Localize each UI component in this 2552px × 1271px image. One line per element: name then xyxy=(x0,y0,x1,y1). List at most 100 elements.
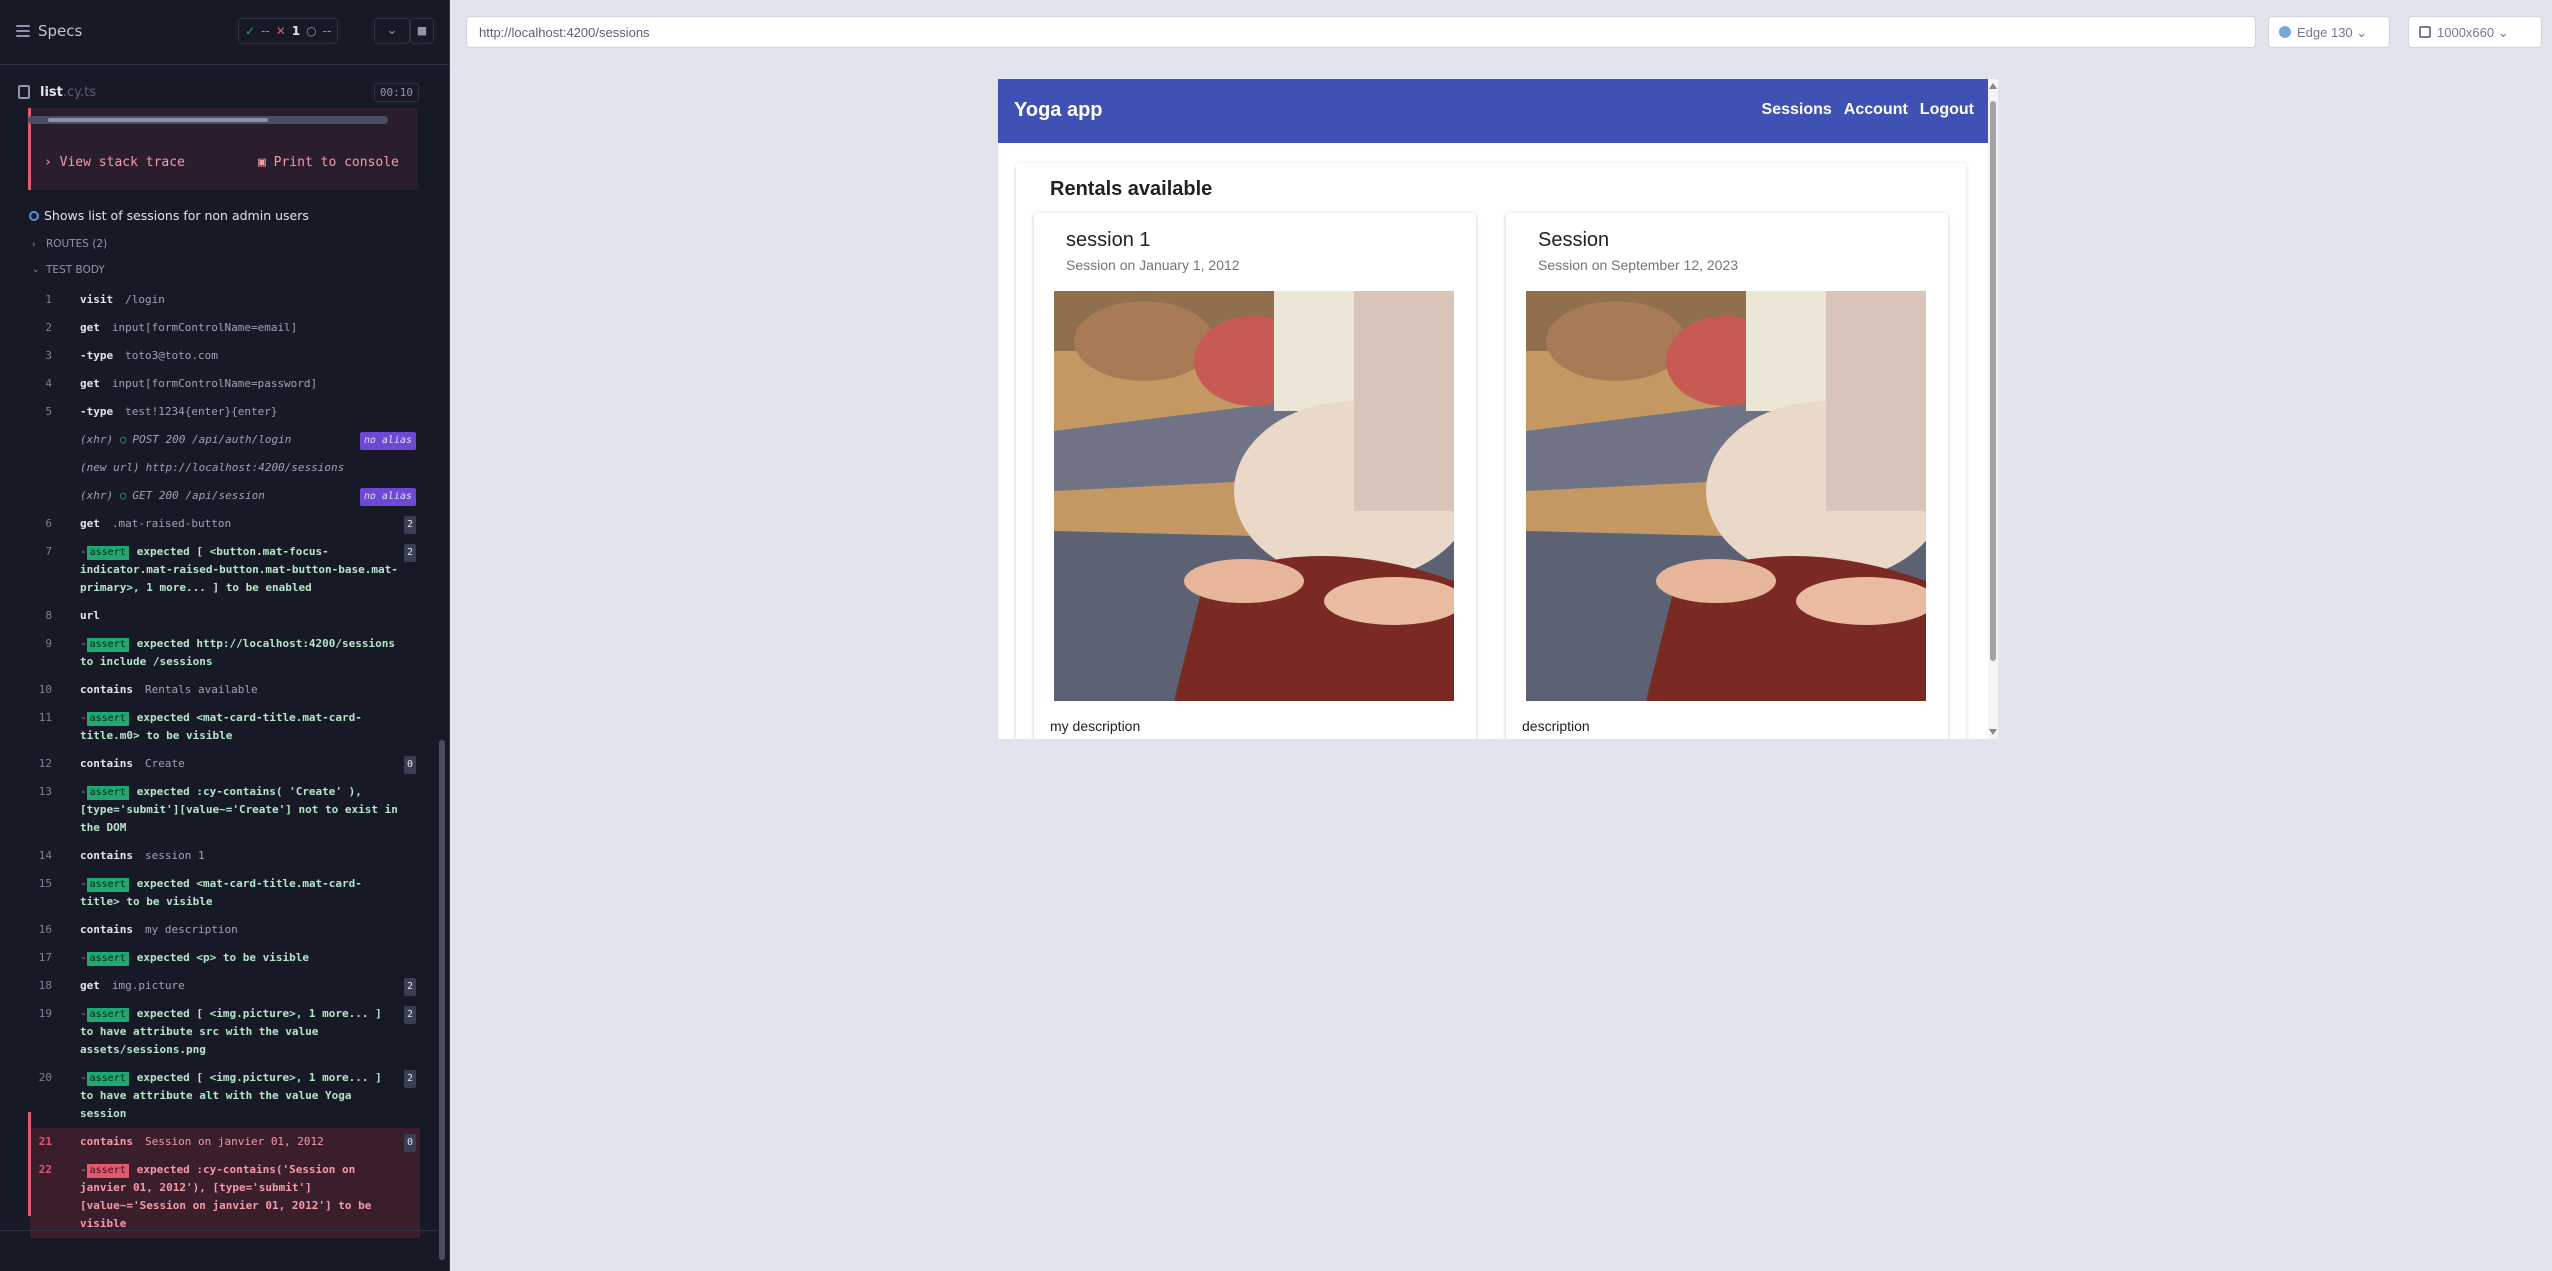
sub-message: POST 200 /api/auth/login xyxy=(132,433,292,446)
chevron-right-icon[interactable]: › xyxy=(32,240,36,250)
nav-account[interactable]: Account xyxy=(1844,101,1908,119)
error-scrollbar[interactable] xyxy=(28,116,388,124)
command-row[interactable]: 5 -type test!1234{enter}{enter} xyxy=(30,398,420,426)
command-row[interactable]: 4 get input[formControlName=password] xyxy=(30,370,420,398)
assert-badge: assert xyxy=(86,546,129,560)
command-row[interactable]: 22 - assert expected :cy-contains('Session … xyxy=(30,1156,420,1238)
command-row[interactable]: 3 -type toto3@toto.com xyxy=(30,342,420,370)
assert-line: to have attribute src with the value xyxy=(80,1025,319,1038)
xhr-status-icon: ○ xyxy=(113,489,127,502)
command-number: 11 xyxy=(38,711,52,724)
sub-label: (xhr) xyxy=(80,433,114,446)
command-row[interactable]: 18 get img.picture 2 xyxy=(30,972,420,1000)
sub-label: (new url) xyxy=(80,461,140,474)
command-row[interactable]: 13 - assert expected :cy-contains( 'Create'… xyxy=(30,778,420,842)
sub-message: http://localhost:4200/sessions xyxy=(145,461,345,474)
app-title[interactable]: Yoga app xyxy=(1014,99,1103,122)
command-body: - assert expected [ <button.mat-focus-indi… xyxy=(80,543,440,597)
assert-line: janvier 01, 2012'), [type='submit'] xyxy=(80,1181,312,1194)
command-number: 22 xyxy=(38,1163,52,1176)
command-number: 10 xyxy=(38,683,52,696)
url-bar[interactable]: http://localhost:4200/sessions xyxy=(466,16,2256,48)
reporter-scroll-thumb[interactable] xyxy=(439,740,445,1260)
browser-selector[interactable]: Edge 130 ⌄ xyxy=(2268,16,2390,48)
app-scroll-thumb[interactable] xyxy=(1990,101,1996,661)
test-title[interactable]: Shows list of sessions for non admin use… xyxy=(44,208,309,223)
print-to-console-button[interactable]: ▣ Print to console xyxy=(258,155,399,170)
command-row[interactable]: 6 get .mat-raised-button 2 xyxy=(30,510,420,538)
chevron-down-icon[interactable]: ⌄ xyxy=(32,265,40,275)
stop-button[interactable]: ■ xyxy=(410,18,434,44)
assert-line: the DOM xyxy=(80,821,127,834)
command-row[interactable]: (xhr) ○ GET 200 /api/session no alias xyxy=(30,482,420,510)
runner-panel: http://localhost:4200/sessions Edge 130 … xyxy=(450,0,2552,1271)
scroll-down-icon[interactable] xyxy=(1989,729,1997,735)
menu-icon[interactable] xyxy=(16,25,30,37)
assert-badge: assert xyxy=(86,878,129,892)
command-row[interactable]: 16 contains my description xyxy=(30,916,420,944)
assert-badge: assert xyxy=(86,1008,129,1022)
reporter-header: Specs ✓ -- ✕ 1 ○ -- ⌄ ■ xyxy=(0,0,449,65)
element-count-badge: 2 xyxy=(403,544,416,562)
viewport-icon xyxy=(2419,26,2431,38)
command-row[interactable]: 21 contains Session on janvier 01, 2012 0 xyxy=(30,1128,420,1156)
command-row[interactable]: (xhr) ○ POST 200 /api/auth/login no alias xyxy=(30,426,420,454)
command-row[interactable]: 14 contains session 1 xyxy=(30,842,420,870)
command-name: url xyxy=(80,609,100,622)
command-name: get xyxy=(80,517,100,530)
command-row[interactable]: 9 - assert expected http://localhost:4200/s… xyxy=(30,630,420,676)
command-row[interactable]: 7 - assert expected [ <button.mat-focus-ind… xyxy=(30,538,420,602)
command-body: -type toto3@toto.com xyxy=(80,347,440,365)
command-row[interactable]: 2 get input[formControlName=email] xyxy=(30,314,420,342)
spec-file-name: list.cy.ts xyxy=(40,85,96,100)
command-row[interactable]: 19 - assert expected [ <img.picture>, 1 mor… xyxy=(30,1000,420,1064)
command-row[interactable]: 11 - assert expected <mat-card-title.mat-ca… xyxy=(30,704,420,750)
test-stats: ✓ -- ✕ 1 ○ -- xyxy=(238,18,339,44)
command-row[interactable]: 8 url xyxy=(30,602,420,630)
command-row[interactable]: 10 contains Rentals available xyxy=(30,676,420,704)
dash: - xyxy=(80,951,87,964)
command-message: input[formControlName=password] xyxy=(111,377,318,390)
view-stack-trace-link[interactable]: › View stack trace xyxy=(44,155,185,170)
command-message: .mat-raised-button xyxy=(111,517,232,530)
command-row[interactable]: 1 visit/login xyxy=(30,286,420,314)
app-scrollbar[interactable] xyxy=(1988,79,1998,739)
assert-line: title.m0> to be visible xyxy=(80,729,233,742)
command-name: get xyxy=(80,377,100,390)
spec-file-row[interactable]: list.cy.ts 00:10 xyxy=(0,78,449,106)
assert-line: expected http://localhost:4200/sessions xyxy=(136,637,396,650)
command-message: toto3@toto.com xyxy=(125,349,218,362)
chevron-down-icon[interactable]: ⌄ xyxy=(374,18,410,44)
command-body: url xyxy=(80,607,440,625)
test-body-toggle[interactable]: TEST BODY xyxy=(46,264,105,276)
command-row[interactable]: 20 - assert expected [ <img.picture>, 1 mor… xyxy=(30,1064,420,1128)
command-row[interactable]: 12 contains Create 0 xyxy=(30,750,420,778)
command-name: visit xyxy=(80,293,114,306)
command-message: Create xyxy=(144,757,185,770)
reporter-panel: Specs ✓ -- ✕ 1 ○ -- ⌄ ■ list.cy.ts 00:10… xyxy=(0,0,449,1271)
command-row[interactable]: (new url) http://localhost:4200/sessions xyxy=(30,454,420,482)
routes-toggle[interactable]: ROUTES (2) xyxy=(46,238,107,250)
specs-title[interactable]: Specs xyxy=(38,22,82,40)
nav-logout[interactable]: Logout xyxy=(1920,101,1974,119)
command-body: -type test!1234{enter}{enter} xyxy=(80,403,440,421)
command-body: - assert expected <mat-card-title.mat-card… xyxy=(80,709,440,745)
nav-sessions[interactable]: Sessions xyxy=(1762,101,1832,119)
command-number: 9 xyxy=(45,637,52,650)
scroll-up-icon[interactable] xyxy=(1989,83,1997,89)
command-body: - assert expected <mat-card-title.mat-card… xyxy=(80,875,440,911)
command-body: contains Create xyxy=(80,755,440,773)
session-title: session 1 xyxy=(1066,229,1151,251)
command-row[interactable]: 15 - assert expected <mat-card-title.mat-ca… xyxy=(30,870,420,916)
failed-count: 1 xyxy=(291,24,301,38)
dash: - xyxy=(80,1163,87,1176)
pending-count: -- xyxy=(322,24,332,38)
element-count-badge: 2 xyxy=(403,1070,416,1088)
session-card: session 1 Session on January 1, 2012 my … xyxy=(1034,213,1476,739)
command-number: 7 xyxy=(45,545,52,558)
command-message: Session on janvier 01, 2012 xyxy=(144,1135,324,1148)
command-row[interactable]: 17 - assert expected <p> to be visible xyxy=(30,944,420,972)
element-count-badge: 2 xyxy=(403,978,416,996)
viewport-selector[interactable]: 1000x660 ⌄ xyxy=(2408,16,2542,48)
check-icon: ✓ xyxy=(245,24,256,38)
